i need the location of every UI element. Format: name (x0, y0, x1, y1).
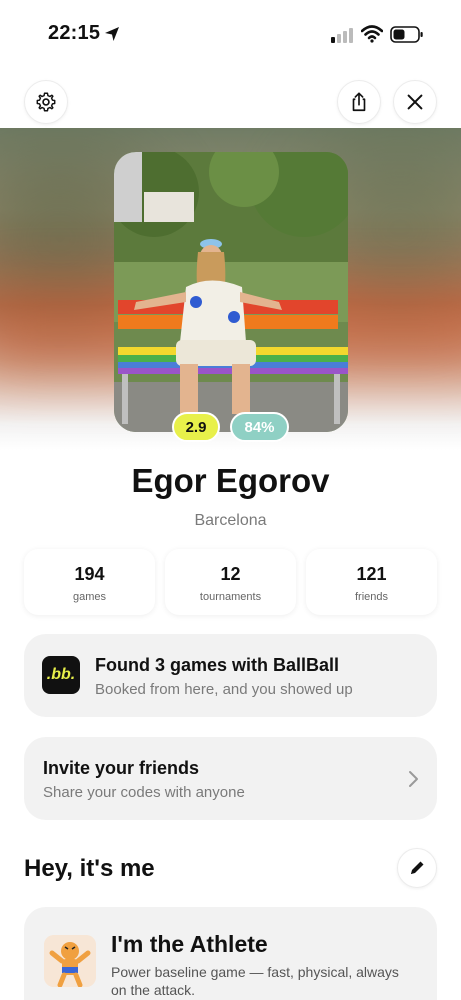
chevron-right-icon (409, 771, 418, 787)
status-bar: 22:15 (0, 0, 461, 64)
stat-label: games (72, 591, 107, 603)
stat-label: tournaments (199, 591, 262, 603)
stat-value: 194 (74, 564, 105, 584)
status-time: 22:15 (48, 22, 101, 44)
invite-card-subtitle: Share your codes with anyone (43, 784, 245, 801)
stat-tournaments[interactable]: 12 tournaments (165, 549, 296, 615)
ballball-games-card[interactable]: .bb. Found 3 games with BallBall Booked … (24, 634, 437, 717)
invite-card-title: Invite your friends (43, 758, 200, 778)
profile-photo-image (114, 152, 348, 432)
stat-value: 12 (220, 564, 241, 584)
persona-description: Power baseline game — fast, physical, al… (111, 964, 399, 998)
settings-button[interactable] (24, 80, 68, 124)
share-icon (352, 92, 366, 112)
invite-friends-card[interactable]: Invite your friends Share your codes wit… (24, 737, 437, 820)
profile-photo (114, 152, 348, 432)
profile-city: Barcelona (194, 512, 267, 529)
stat-games[interactable]: 194 games (24, 549, 155, 615)
close-icon (407, 94, 423, 110)
profile-name: Egor Egorov (131, 462, 330, 499)
close-button[interactable] (393, 80, 437, 124)
gear-icon (36, 92, 56, 112)
pencil-icon (411, 861, 424, 874)
level-badge: 2.9 (172, 412, 220, 442)
cellular-signal-icon (331, 28, 353, 43)
persona-card[interactable]: I'm the Athlete Power baseline game — fa… (24, 907, 437, 1000)
battery-icon (390, 26, 423, 43)
reliability-badge: 84% (230, 412, 289, 442)
stat-value: 121 (356, 564, 387, 584)
share-button[interactable] (337, 80, 381, 124)
wifi-icon (361, 25, 383, 43)
tiger-athlete-icon (44, 935, 96, 987)
about-section-title: Hey, it's me (24, 855, 155, 882)
ballball-card-title: Found 3 games with BallBall (95, 655, 340, 675)
location-arrow-icon (105, 27, 119, 41)
persona-title: I'm the Athlete (111, 931, 268, 957)
stat-friends[interactable]: 121 friends (306, 549, 437, 615)
ballball-card-subtitle: Booked from here, and you showed up (95, 681, 353, 698)
ballball-logo: .bb. (42, 656, 80, 694)
edit-about-button[interactable] (397, 848, 437, 888)
stat-label: friends (354, 591, 389, 603)
